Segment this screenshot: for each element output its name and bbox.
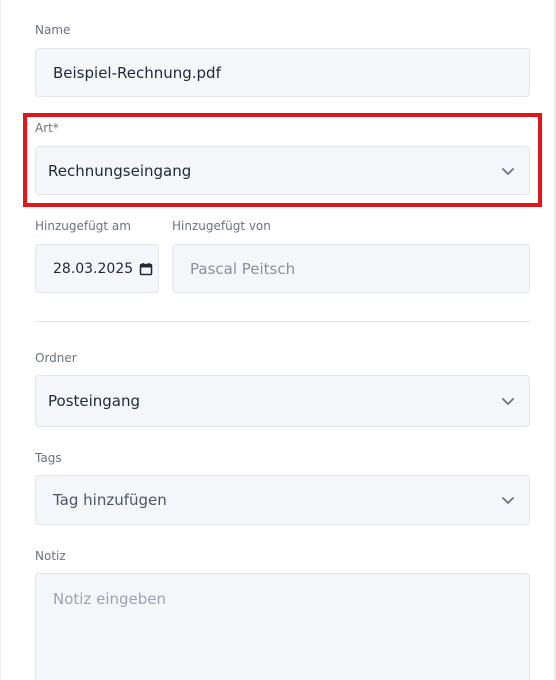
folder-select[interactable]: Posteingang (35, 375, 530, 427)
art-highlight-frame (23, 113, 542, 207)
folder-value: Posteingang (48, 392, 141, 410)
added-on-label: Hinzugefügt am (35, 219, 131, 233)
tags-label: Tags (35, 451, 62, 465)
tags-placeholder: Tag hinzufügen (53, 491, 167, 509)
added-on-value: 28.03.2025 (53, 260, 134, 277)
document-details-panel: Name Beispiel-Rechnung.pdf Art* Rechnung… (0, 0, 556, 680)
added-by-field: Pascal Peitsch (172, 244, 530, 293)
added-by-value: Pascal Peitsch (190, 259, 296, 278)
note-placeholder: Notiz eingeben (53, 590, 166, 608)
name-value: Beispiel-Rechnung.pdf (53, 63, 221, 82)
calendar-icon[interactable] (139, 262, 153, 276)
chevron-down-icon (502, 398, 514, 405)
note-textarea[interactable]: Notiz eingeben (35, 573, 530, 680)
chevron-down-icon (502, 497, 514, 504)
section-divider (35, 321, 530, 322)
added-on-date-input[interactable]: 28.03.2025 (35, 244, 159, 293)
folder-label: Ordner (35, 351, 77, 365)
name-label: Name (35, 23, 71, 37)
name-field[interactable]: Beispiel-Rechnung.pdf (35, 48, 530, 97)
note-label: Notiz (35, 549, 66, 563)
added-by-label: Hinzugefügt von (172, 219, 271, 233)
tags-select[interactable]: Tag hinzufügen (35, 475, 530, 525)
